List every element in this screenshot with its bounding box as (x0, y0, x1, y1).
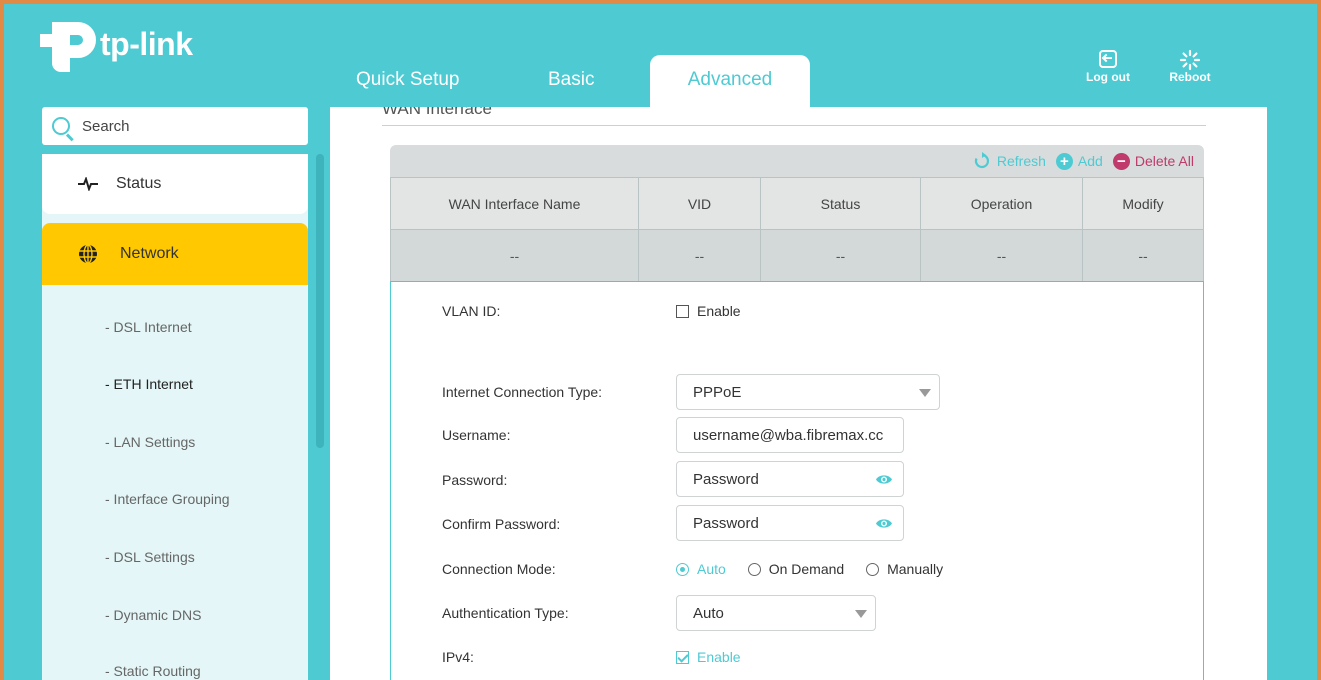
connection-mode-label: Connection Mode: (442, 561, 556, 577)
pulse-icon (78, 177, 98, 191)
search-icon[interactable] (52, 117, 70, 135)
table-header: Status (760, 177, 921, 230)
password-label: Password: (442, 472, 508, 488)
radio-auto-label: Auto (697, 561, 726, 577)
radio-on-demand[interactable]: On Demand (747, 561, 845, 577)
sidebar-subitem-interface-grouping[interactable]: - Interface Grouping (105, 491, 230, 507)
chevron-down-icon (855, 610, 867, 618)
checkbox-checked-icon (676, 650, 689, 664)
table-cell: -- (638, 229, 761, 282)
delete-all-button[interactable]: − Delete All (1112, 152, 1194, 170)
ipv4-enable-label: Enable (697, 649, 741, 665)
refresh-label: Refresh (996, 153, 1046, 169)
radio-on-demand-label: On Demand (768, 561, 845, 577)
sidebar-subitem-dynamic-dns[interactable]: - Dynamic DNS (105, 607, 201, 623)
search-box (42, 107, 308, 145)
table-row[interactable]: -- -- -- -- -- (390, 229, 1204, 282)
reboot-icon (1160, 46, 1220, 72)
table-header: Modify (1082, 177, 1204, 230)
username-field[interactable]: username@wba.fibremax.cc (676, 417, 904, 453)
search-input[interactable] (82, 117, 292, 135)
vlan-enable-label: Enable (697, 303, 741, 319)
minus-icon: − (1112, 152, 1130, 170)
table-header-row: WAN Interface Name VID Status Operation … (390, 177, 1204, 230)
ipv4-enable-checkbox[interactable]: Enable (676, 649, 741, 665)
table-cell: -- (760, 229, 921, 282)
table-header: VID (638, 177, 761, 230)
refresh-icon (974, 152, 989, 169)
sidebar-scrollbar[interactable] (316, 154, 324, 448)
tab-advanced[interactable]: Advanced (650, 55, 810, 107)
sidebar-item-status[interactable]: Status (42, 154, 308, 214)
sidebar-item-network[interactable]: Network (42, 223, 308, 285)
vlan-enable-checkbox[interactable]: Enable (676, 303, 741, 319)
connection-type-select[interactable]: PPPoE (676, 374, 940, 410)
tab-quick-setup[interactable]: Quick Setup (340, 55, 520, 107)
connection-type-label: Internet Connection Type: (442, 384, 603, 400)
password-placeholder: Password (693, 470, 759, 488)
reboot-label: Reboot (1169, 70, 1211, 84)
chevron-down-icon (919, 389, 931, 397)
section-divider (382, 125, 1206, 126)
logout-button[interactable]: Log out (1078, 46, 1138, 84)
wan-interface-table: WAN Interface Name VID Status Operation … (390, 177, 1204, 282)
globe-icon (79, 244, 97, 264)
connection-mode-radio-group: Auto On Demand Manually (676, 561, 961, 577)
radio-auto[interactable]: Auto (676, 561, 726, 577)
sidebar-item-network-label: Network (120, 245, 179, 262)
vlan-id-label: VLAN ID: (442, 303, 501, 319)
username-value: username@wba.fibremax.cc (693, 426, 884, 444)
table-cell: -- (390, 229, 639, 282)
add-button[interactable]: + Add (1055, 152, 1103, 170)
auth-type-select[interactable]: Auto (676, 595, 876, 631)
table-header: WAN Interface Name (390, 177, 639, 230)
radio-icon (866, 562, 880, 576)
table-header: Operation (920, 177, 1083, 230)
radio-icon (747, 562, 761, 576)
confirm-password-placeholder: Password (693, 514, 759, 532)
reboot-button[interactable]: Reboot (1160, 46, 1220, 84)
tp-link-logo-icon (40, 22, 96, 72)
confirm-password-field[interactable]: Password (676, 505, 904, 541)
main-content: WAN Interface Refresh + Add − Delete All… (330, 107, 1267, 680)
radio-manually[interactable]: Manually (866, 561, 943, 577)
sidebar-subitem-static-routing[interactable]: - Static Routing (105, 663, 201, 679)
sidebar-item-status-label: Status (116, 175, 162, 192)
brand-name: tp-link (100, 25, 193, 62)
table-toolbar: Refresh + Add − Delete All (390, 145, 1204, 177)
eye-icon[interactable] (875, 517, 893, 530)
confirm-password-label: Confirm Password: (442, 516, 561, 532)
eye-icon[interactable] (875, 473, 893, 486)
refresh-button[interactable]: Refresh (973, 152, 1046, 170)
sidebar-subitem-eth-internet[interactable]: - ETH Internet (105, 376, 193, 392)
add-label: Add (1077, 153, 1103, 169)
radio-icon (676, 562, 689, 576)
plus-icon: + (1055, 152, 1073, 170)
sidebar-subitem-lan-settings[interactable]: - LAN Settings (105, 434, 195, 450)
radio-manually-label: Manually (887, 561, 944, 577)
logout-label: Log out (1086, 70, 1130, 84)
sidebar-subitem-dsl-settings[interactable]: - DSL Settings (105, 549, 195, 565)
delete-all-label: Delete All (1134, 153, 1194, 169)
tab-basic[interactable]: Basic (520, 55, 650, 107)
logout-icon (1099, 50, 1117, 68)
table-cell: -- (920, 229, 1083, 282)
sidebar-subitem-dsl-internet[interactable]: - DSL Internet (105, 319, 192, 335)
password-field[interactable]: Password (676, 461, 904, 497)
auth-type-label: Authentication Type: (442, 605, 569, 621)
auth-type-value: Auto (693, 604, 724, 622)
checkbox-icon (676, 304, 689, 318)
section-title: WAN Interface (382, 107, 492, 118)
tp-link-logo: tp-link (40, 22, 193, 72)
top-tabs: Quick Setup Basic Advanced (340, 55, 810, 107)
ipv4-label: IPv4: (442, 649, 474, 665)
table-cell: -- (1082, 229, 1204, 282)
username-label: Username: (442, 427, 511, 443)
connection-type-value: PPPoE (693, 383, 742, 401)
